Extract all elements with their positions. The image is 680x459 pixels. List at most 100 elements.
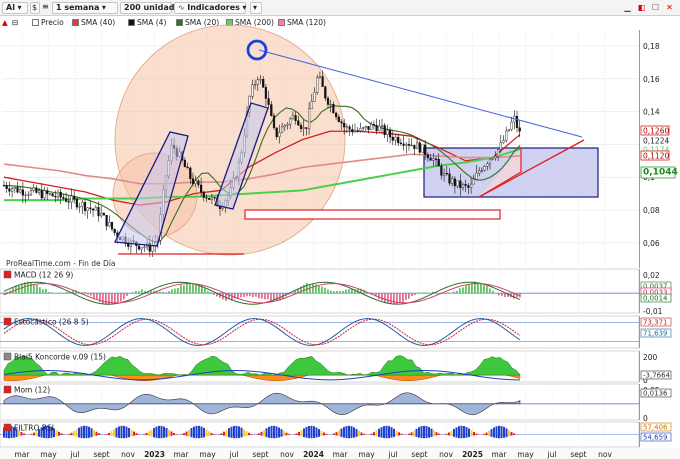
- rsi-bar: [458, 426, 460, 439]
- x-tick-label: nov: [439, 450, 453, 459]
- candle-body: [86, 207, 89, 211]
- macd-bar: [39, 287, 41, 294]
- macd-bar: [465, 284, 467, 294]
- candle-body: [467, 185, 470, 188]
- x-tick-label: may: [358, 450, 375, 459]
- macd-bar: [270, 293, 272, 301]
- rsi-bar: [115, 427, 118, 438]
- rsi-bar: [285, 432, 288, 436]
- rsi-bar: [33, 432, 35, 436]
- macd-bar: [384, 293, 386, 304]
- macd-bar: [393, 293, 395, 305]
- candle-body: [259, 79, 262, 81]
- macd-bar: [210, 292, 212, 294]
- macd-bar: [90, 293, 92, 296]
- candle-body: [405, 143, 408, 146]
- macd-bar: [48, 292, 50, 294]
- candle-body: [448, 173, 451, 184]
- rsi-bar: [165, 427, 168, 438]
- candle-body: [40, 190, 43, 199]
- macd-bar: [117, 293, 119, 303]
- candle-body: [413, 144, 416, 150]
- candle-body: [213, 197, 216, 199]
- rsi-bar: [395, 430, 398, 437]
- rsi-bar: [465, 427, 468, 438]
- rsi-bar: [280, 429, 283, 437]
- candle-body: [372, 123, 375, 126]
- x-tick-label: sept: [93, 450, 109, 459]
- macd-bar: [66, 291, 68, 294]
- candle-body: [488, 158, 492, 165]
- macd-bar: [291, 293, 293, 294]
- macd-bar: [171, 289, 173, 294]
- candle-body: [437, 158, 440, 167]
- macd-bar: [339, 291, 341, 294]
- candle-body: [499, 142, 502, 150]
- candle-body: [424, 144, 427, 155]
- candle-body: [461, 184, 465, 189]
- rsi-bar: [263, 430, 265, 437]
- macd-bar: [414, 293, 416, 295]
- candle-body: [326, 97, 330, 105]
- candle-body: [356, 130, 359, 132]
- macd-bar: [312, 283, 314, 294]
- rsi-bar: [23, 433, 25, 435]
- candle-body: [321, 76, 324, 87]
- rsi-bar: [423, 425, 425, 439]
- rsi-bar: [223, 431, 225, 436]
- rsi-bar: [73, 431, 75, 436]
- candle-body: [410, 144, 413, 147]
- rsi-bar: [213, 434, 215, 435]
- candle-body: [183, 159, 186, 168]
- price-label-text: 0,1120: [643, 152, 669, 161]
- rsi-bar: [385, 425, 388, 439]
- data-source-label: ProRealTime.com - Fin de Día: [6, 259, 116, 268]
- rsi-bar: [160, 425, 163, 439]
- rsi-bar: [90, 428, 93, 438]
- candle-body: [515, 115, 519, 128]
- rsi-bar: [308, 425, 310, 439]
- axis-line: [639, 269, 640, 313]
- panel-title: Blai5 Koncorde v.09 (15): [14, 353, 106, 362]
- rsi-bar: [460, 425, 463, 439]
- rsi-bar: [245, 431, 248, 436]
- rsi-bar: [55, 430, 58, 437]
- rsi-bar: [278, 427, 280, 438]
- macd-bar: [342, 290, 344, 294]
- rsi-bar: [470, 430, 473, 437]
- rsi-bar: [418, 427, 420, 438]
- rsi-bar: [130, 429, 133, 437]
- rsi-bar: [288, 433, 290, 435]
- value-label-text: 0,0136: [643, 390, 668, 398]
- candle-body: [208, 197, 211, 200]
- macd-bar: [132, 292, 134, 294]
- macd-bar: [252, 293, 254, 298]
- macd-bar: [195, 284, 197, 294]
- rsi-bar: [98, 433, 100, 436]
- candle-body: [407, 143, 411, 146]
- value-label-text: 71,639: [643, 330, 668, 338]
- candle-body: [291, 115, 294, 120]
- x-tick-label: mar: [174, 450, 190, 459]
- x-tick-label: may: [40, 450, 57, 459]
- macd-bar: [168, 291, 170, 294]
- rsi-bar: [60, 433, 63, 435]
- macd-bar: [213, 293, 215, 295]
- macd-bar: [504, 293, 506, 297]
- candle-body: [337, 116, 340, 122]
- value-label-text: 73,371: [643, 319, 668, 327]
- rsi-bar: [370, 433, 373, 435]
- candle-body: [497, 149, 500, 157]
- candle-body: [270, 104, 273, 116]
- candle-body: [38, 190, 41, 193]
- x-tick-label: jul: [229, 450, 239, 459]
- rsi-bar: [335, 432, 338, 436]
- macd-bar: [114, 293, 116, 304]
- rsi-bar: [68, 433, 70, 435]
- candle-body: [91, 208, 95, 211]
- rsi-bar: [108, 432, 110, 436]
- panel-title: Estocástico (26 8 5): [14, 318, 89, 327]
- rsi-bar: [105, 434, 108, 435]
- rsi-bar: [448, 432, 450, 436]
- candle-body: [491, 157, 494, 160]
